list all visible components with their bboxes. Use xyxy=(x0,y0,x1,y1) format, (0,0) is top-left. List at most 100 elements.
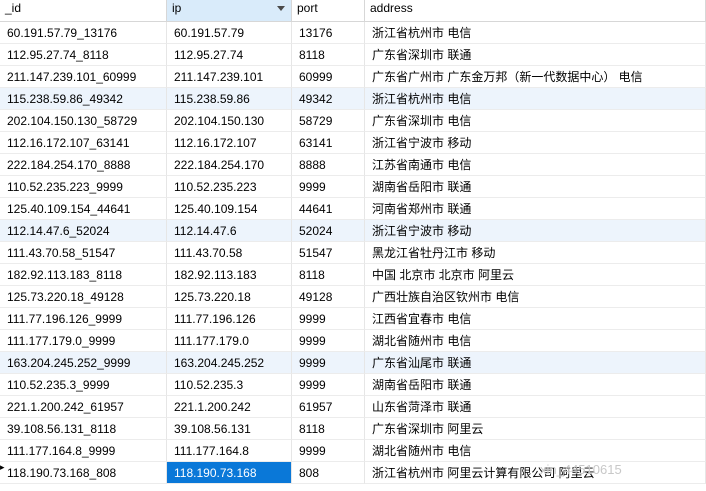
cell-port[interactable]: 9999 xyxy=(292,308,365,330)
cell-id[interactable]: 111.177.179.0_9999 xyxy=(0,330,167,352)
cell-port[interactable]: 49128 xyxy=(292,286,365,308)
cell-address[interactable]: 湖南省岳阳市 联通 xyxy=(365,374,706,396)
cell-port[interactable]: 60999 xyxy=(292,66,365,88)
cell-ip[interactable]: 39.108.56.131 xyxy=(167,418,292,440)
cell-address[interactable]: 江苏省南通市 电信 xyxy=(365,154,706,176)
table-row[interactable]: 60.191.57.79_13176 60.191.57.79 13176 浙江省杭州… xyxy=(0,22,706,44)
cell-port[interactable]: 9999 xyxy=(292,352,365,374)
table-row[interactable]: 112.95.27.74_8118 112.95.27.74 8118 广东省深圳市 … xyxy=(0,44,706,66)
cell-ip[interactable]: 60.191.57.79 xyxy=(167,22,292,44)
cell-ip[interactable]: 163.204.245.252 xyxy=(167,352,292,374)
cell-address[interactable]: 广东省深圳市 阿里云 xyxy=(365,418,706,440)
table-row[interactable]: 125.73.220.18_49128 125.73.220.18 49128 广西壮… xyxy=(0,286,706,308)
cell-port[interactable]: 8888 xyxy=(292,154,365,176)
table-row[interactable]: 112.14.47.6_52024 112.14.47.6 52024 浙江省宁波市 … xyxy=(0,220,706,242)
cell-port[interactable]: 9999 xyxy=(292,374,365,396)
cell-id[interactable]: 111.43.70.58_51547 xyxy=(0,242,167,264)
cell-ip[interactable]: 202.104.150.130 xyxy=(167,110,292,132)
cell-ip[interactable]: 211.147.239.101 xyxy=(167,66,292,88)
cell-port[interactable]: 58729 xyxy=(292,110,365,132)
cell-address[interactable]: 广东省汕尾市 联通 xyxy=(365,352,706,374)
cell-id[interactable]: 112.14.47.6_52024 xyxy=(0,220,167,242)
cell-address[interactable]: 浙江省宁波市 移动 xyxy=(365,220,706,242)
cell-address[interactable]: 河南省郑州市 联通 xyxy=(365,198,706,220)
cell-port[interactable]: 52024 xyxy=(292,220,365,242)
table-row[interactable]: 110.52.235.3_9999 110.52.235.3 9999 湖南省岳阳市 … xyxy=(0,374,706,396)
cell-port[interactable]: 49342 xyxy=(292,88,365,110)
cell-ip[interactable]: 111.177.164.8 xyxy=(167,440,292,462)
cell-address[interactable]: 黑龙江省牡丹江市 移动 xyxy=(365,242,706,264)
cell-id[interactable]: 110.52.235.3_9999 xyxy=(0,374,167,396)
cell-port[interactable]: 61957 xyxy=(292,396,365,418)
cell-id[interactable]: 60.191.57.79_13176 xyxy=(0,22,167,44)
table-row[interactable]: 115.238.59.86_49342 115.238.59.86 49342 浙江省… xyxy=(0,88,706,110)
cell-id[interactable]: 163.204.245.252_9999 xyxy=(0,352,167,374)
table-row[interactable]: 211.147.239.101_60999 211.147.239.101 6099… xyxy=(0,66,706,88)
cell-ip[interactable]: 118.190.73.168 xyxy=(167,462,292,484)
cell-address[interactable]: 广东省深圳市 联通 xyxy=(365,44,706,66)
table-row[interactable]: 163.204.245.252_9999 163.204.245.252 9999 广… xyxy=(0,352,706,374)
cell-port[interactable]: 44641 xyxy=(292,198,365,220)
cell-address[interactable]: 江西省宜春市 电信 xyxy=(365,308,706,330)
cell-ip[interactable]: 112.14.47.6 xyxy=(167,220,292,242)
cell-id[interactable]: 221.1.200.242_61957 xyxy=(0,396,167,418)
table-row[interactable]: 111.177.164.8_9999 111.177.164.8 9999 湖北省随州… xyxy=(0,440,706,462)
table-row[interactable]: 39.108.56.131_8118 39.108.56.131 8118 广东省深圳… xyxy=(0,418,706,440)
cell-ip[interactable]: 125.40.109.154 xyxy=(167,198,292,220)
cell-address[interactable]: 浙江省杭州市 电信 xyxy=(365,22,706,44)
cell-id[interactable]: 222.184.254.170_8888 xyxy=(0,154,167,176)
table-row[interactable]: 111.177.179.0_9999 111.177.179.0 9999 湖北省随州… xyxy=(0,330,706,352)
cell-ip[interactable]: 111.177.179.0 xyxy=(167,330,292,352)
cell-ip[interactable]: 110.52.235.223 xyxy=(167,176,292,198)
column-header-port[interactable]: port xyxy=(292,0,365,22)
table-row[interactable]: 112.16.172.107_63141 112.16.172.107 63141 浙… xyxy=(0,132,706,154)
cell-port[interactable]: 8118 xyxy=(292,264,365,286)
cell-address[interactable]: 广东省广州市 广东金万邦（新一代数据中心） 电信 xyxy=(365,66,706,88)
cell-port[interactable]: 9999 xyxy=(292,440,365,462)
column-header-ip[interactable]: ip xyxy=(167,0,292,22)
cell-ip[interactable]: 182.92.113.183 xyxy=(167,264,292,286)
cell-address[interactable]: 广东省深圳市 电信 xyxy=(365,110,706,132)
cell-ip[interactable]: 112.16.172.107 xyxy=(167,132,292,154)
cell-id[interactable]: 125.73.220.18_49128 xyxy=(0,286,167,308)
cell-port[interactable]: 808 xyxy=(292,462,365,484)
column-header-address[interactable]: address xyxy=(365,0,706,22)
sort-desc-icon[interactable] xyxy=(277,6,285,11)
table-row[interactable]: 202.104.150.130_58729 202.104.150.130 5872… xyxy=(0,110,706,132)
table-row[interactable]: 221.1.200.242_61957 221.1.200.242 61957 山东省… xyxy=(0,396,706,418)
table-row[interactable]: 222.184.254.170_8888 222.184.254.170 8888 江… xyxy=(0,154,706,176)
cell-id[interactable]: 202.104.150.130_58729 xyxy=(0,110,167,132)
cell-address[interactable]: 浙江省杭州市 电信 xyxy=(365,88,706,110)
cell-id[interactable]: 39.108.56.131_8118 xyxy=(0,418,167,440)
cell-address[interactable]: 湖北省随州市 电信 xyxy=(365,330,706,352)
cell-ip[interactable]: 125.73.220.18 xyxy=(167,286,292,308)
cell-id[interactable]: 111.177.164.8_9999 xyxy=(0,440,167,462)
cell-ip[interactable]: 111.77.196.126 xyxy=(167,308,292,330)
cell-port[interactable]: 13176 xyxy=(292,22,365,44)
cell-ip[interactable]: 221.1.200.242 xyxy=(167,396,292,418)
column-header-id[interactable]: _id xyxy=(0,0,167,22)
cell-id[interactable]: 110.52.235.223_9999 xyxy=(0,176,167,198)
cell-port[interactable]: 8118 xyxy=(292,44,365,66)
table-row[interactable]: 125.40.109.154_44641 125.40.109.154 44641 河… xyxy=(0,198,706,220)
table-row[interactable]: 110.52.235.223_9999 110.52.235.223 9999 湖南省… xyxy=(0,176,706,198)
cell-port[interactable]: 9999 xyxy=(292,330,365,352)
cell-id[interactable]: 115.238.59.86_49342 xyxy=(0,88,167,110)
cell-address[interactable]: 浙江省宁波市 移动 xyxy=(365,132,706,154)
cell-ip[interactable]: 110.52.235.3 xyxy=(167,374,292,396)
cell-port[interactable]: 63141 xyxy=(292,132,365,154)
cell-port[interactable]: 8118 xyxy=(292,418,365,440)
cell-address[interactable]: 湖南省岳阳市 联通 xyxy=(365,176,706,198)
cell-address[interactable]: 浙江省杭州市 阿里云计算有限公司 阿里云 xyxy=(365,462,706,484)
cell-id[interactable]: 112.16.172.107_63141 xyxy=(0,132,167,154)
cell-address[interactable]: 山东省菏泽市 联通 xyxy=(365,396,706,418)
table-row[interactable]: 111.77.196.126_9999 111.77.196.126 9999 江西省… xyxy=(0,308,706,330)
cell-id[interactable]: 111.77.196.126_9999 xyxy=(0,308,167,330)
cell-id[interactable]: 182.92.113.183_8118 xyxy=(0,264,167,286)
table-row[interactable]: 182.92.113.183_8118 182.92.113.183 8118 中国 … xyxy=(0,264,706,286)
cell-id[interactable]: 112.95.27.74_8118 xyxy=(0,44,167,66)
cell-id[interactable]: 118.190.73.168_808 xyxy=(0,462,167,484)
cell-port[interactable]: 51547 xyxy=(292,242,365,264)
cell-address[interactable]: 湖北省随州市 电信 xyxy=(365,440,706,462)
table-row[interactable]: 111.43.70.58_51547 111.43.70.58 51547 黑龙江省牡… xyxy=(0,242,706,264)
